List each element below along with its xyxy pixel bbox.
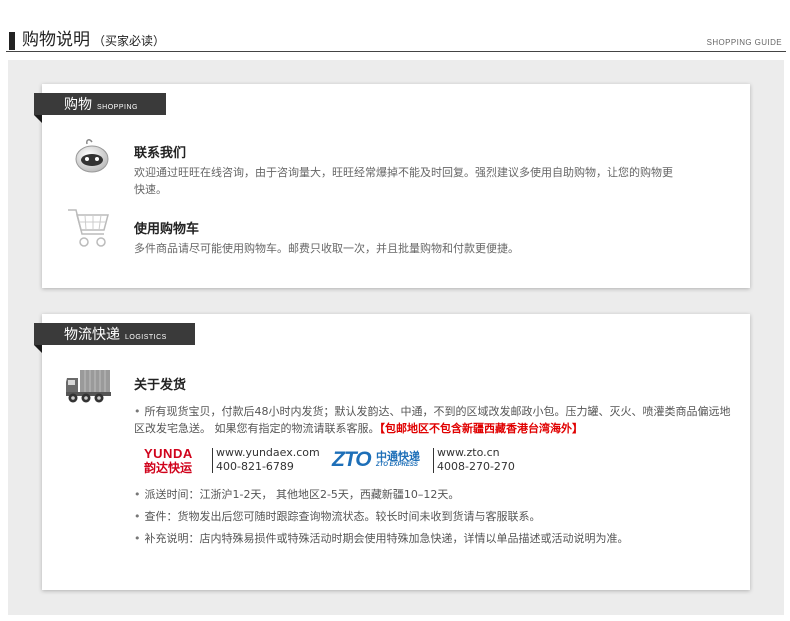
wangwang-chat-icon <box>72 136 112 176</box>
tag-fold-corner <box>34 345 42 353</box>
tracking-text: • 查件：货物发出后您可随时跟踪查询物流状态。较长时间未收到货请与客服联系。 <box>134 508 541 525</box>
page-header: 购物说明 （买家必读） SHOPPING GUIDE <box>6 30 786 52</box>
yunda-logo-cn: 韵达快运 <box>144 461 193 475</box>
shopping-cart-title: 使用购物车 <box>134 222 200 237</box>
zto-phone: 4008-270-270 <box>437 460 515 473</box>
contact-us-title: 联系我们 <box>134 146 187 161</box>
shopping-section-tag: 购物 SHOPPING <box>34 93 166 115</box>
shipping-policy-text: • 所有现货宝贝，付款后48小时内发货；默认发韵达、中通，不到的区域改发邮政小包。… <box>134 403 734 437</box>
yunda-logo: YUNDA 韵达快运 <box>144 446 210 475</box>
page-title-english: SHOPPING GUIDE <box>706 38 782 47</box>
tracking-info: 查件：货物发出后您可随时跟踪查询物流状态。较长时间未收到货请与客服联系。 <box>144 510 541 523</box>
logistics-tag-en: LOGISTICS <box>125 334 167 341</box>
bullet-dot: • <box>134 405 141 418</box>
zto-logo-en: ZTO EXPRESS <box>376 462 418 468</box>
shopping-cart-icon <box>66 206 112 250</box>
logistics-section-tag: 物流快递 LOGISTICS <box>34 323 195 345</box>
shipping-title: 关于发货 <box>134 378 187 393</box>
courier-divider <box>433 448 434 473</box>
courier-logos: YUNDA 韵达快运 www.yundaex.com 400-821-6789 … <box>144 446 544 476</box>
yunda-contact: www.yundaex.com 400-821-6789 <box>216 446 320 474</box>
delivery-truck-icon <box>64 366 114 406</box>
yunda-url: www.yundaex.com <box>216 446 320 459</box>
bullet-dot: • <box>134 510 141 523</box>
supplement-text: • 补充说明：店内特殊易损件或特殊活动时期会使用特殊加急快递，详情以单品描述或活动… <box>134 530 629 547</box>
free-shipping-exclusion: 【包邮地区不包含新疆西藏香港台湾海外】 <box>379 422 584 435</box>
zto-url: www.zto.cn <box>437 446 500 459</box>
bullet-dot: • <box>134 488 141 501</box>
page-title-text: 购物说明 <box>22 30 90 50</box>
tag-fold-corner <box>34 115 42 123</box>
contact-us-description: 欢迎通过旺旺在线咨询，由于咨询量大，旺旺经常爆掉不能及时回复。强烈建议多使用自助… <box>134 166 673 196</box>
supplement-info: 补充说明：店内特殊易损件或特殊活动时期会使用特殊加急快递，详情以单品描述或活动说… <box>144 532 629 545</box>
delivery-time: 派送时间：江浙沪1-2天， 其他地区2-5天，西藏新疆10–12天。 <box>144 488 460 501</box>
shopping-tag-cn: 购物 <box>64 97 92 113</box>
logistics-tag-cn: 物流快递 <box>64 327 120 343</box>
page-title-subtitle: （买家必读） <box>93 34 166 48</box>
yunda-phone: 400-821-6789 <box>216 460 294 473</box>
zto-logo: ZTO 中通快递 ZTO EXPRESS <box>332 448 422 474</box>
page-title: 购物说明 （买家必读） <box>22 30 165 51</box>
shopping-tag-en: SHOPPING <box>97 104 138 111</box>
header-accent-bar <box>9 32 15 50</box>
delivery-time-text: • 派送时间：江浙沪1-2天， 其他地区2-5天，西藏新疆10–12天。 <box>134 486 459 503</box>
shopping-cart-description: 多件商品请尽可能使用购物车。邮费只收取一次，并且批量购物和付款更便捷。 <box>134 242 519 255</box>
zto-logo-latin: ZTO <box>332 448 372 471</box>
logistics-card: 物流快递 LOGISTICS 关于发货 • 所有现货宝贝，付款后48小时内发货；默认… <box>34 314 750 590</box>
zto-contact: www.zto.cn 4008-270-270 <box>437 446 515 474</box>
bullet-dot: • <box>134 532 141 545</box>
courier-divider <box>212 448 213 473</box>
shopping-card: 购物 SHOPPING 联系我们 欢迎通过旺旺在线咨询，由于咨询量大，旺旺经常爆掉… <box>34 84 750 288</box>
